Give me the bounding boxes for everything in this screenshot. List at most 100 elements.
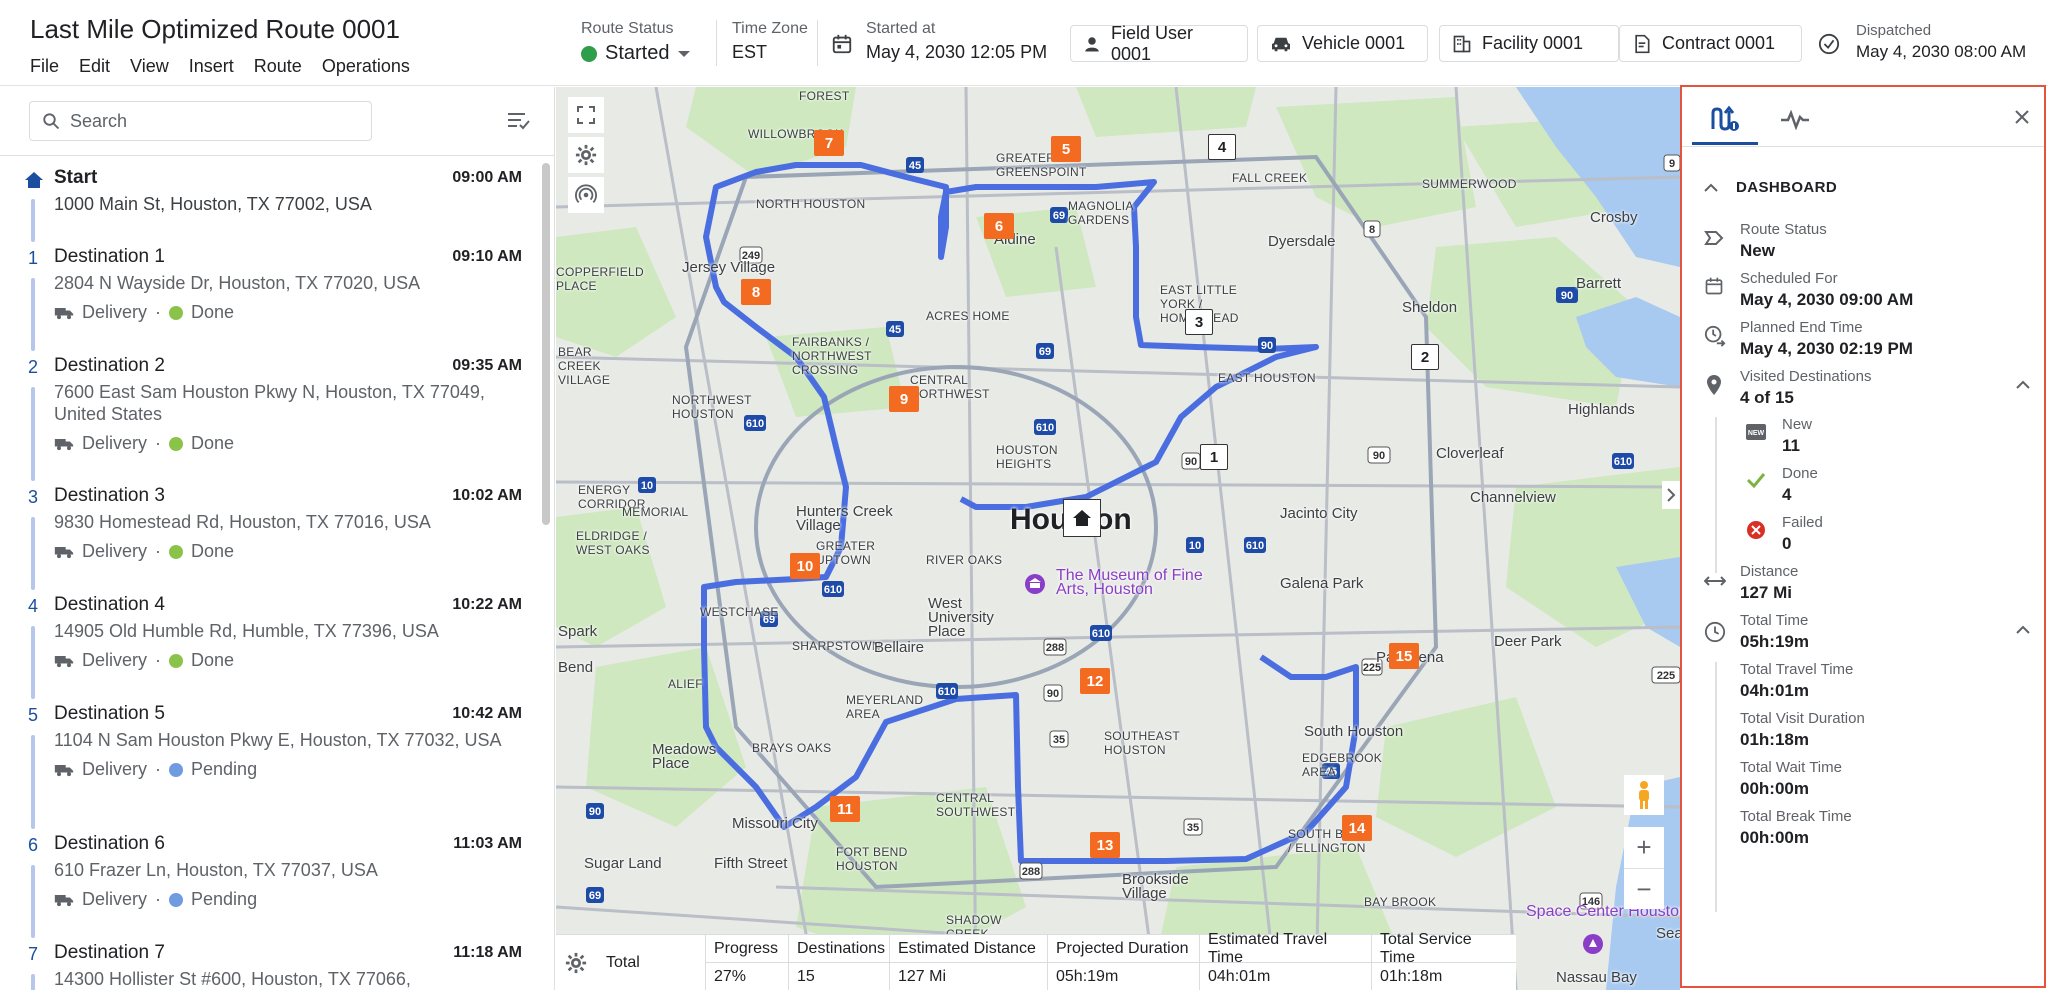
field-user-label: Field User 0001 [1111, 22, 1194, 64]
map-marker-11[interactable]: 11 [830, 796, 860, 822]
svg-text:45: 45 [909, 160, 921, 172]
status-dot [169, 762, 184, 777]
delivery-truck-icon [54, 438, 74, 450]
map-label: FALL CREEK [1232, 171, 1308, 185]
stop-item-1[interactable]: 1 Destination 1 09:10 AM 2804 N Wayside … [0, 246, 540, 355]
street-view-button[interactable] [1624, 775, 1664, 815]
map-marker-9[interactable]: 9 [889, 386, 919, 412]
map-label: BRAYS OAKS [752, 741, 832, 755]
map-label: Fifth Street [714, 855, 788, 872]
map-marker-10[interactable]: 10 [790, 553, 820, 579]
menu-edit[interactable]: Edit [79, 56, 110, 77]
distance-item: Distance 127 Mi [1740, 563, 1799, 602]
summary-estimated-travel: Estimated Travel Time 04h:01m [1200, 931, 1372, 990]
map-marker-3[interactable]: 3 [1185, 309, 1213, 335]
map-marker-2[interactable]: 2 [1411, 344, 1439, 370]
total-travel-time-item: Total Travel Time 04h:01m [1740, 661, 1854, 700]
map-label: MAGNOLIA GARDENS [1068, 199, 1134, 227]
tab-activity[interactable] [1762, 95, 1828, 145]
timezone-field: Time Zone EST [732, 20, 808, 63]
menu-insert[interactable]: Insert [189, 56, 234, 77]
failed-icon [1747, 521, 1765, 539]
menu-view[interactable]: View [130, 56, 169, 77]
start-marker[interactable] [1063, 499, 1101, 537]
vehicle-chip[interactable]: Vehicle 0001 [1257, 25, 1428, 62]
tab-route-dashboard[interactable] [1692, 95, 1758, 145]
chevron-up-icon[interactable] [2016, 380, 2030, 390]
status-dot [169, 653, 184, 668]
car-icon [1272, 37, 1290, 51]
stop-item-4[interactable]: 4 Destination 4 10:22 AM 14905 Old Humbl… [0, 594, 540, 703]
facility-chip[interactable]: Facility 0001 [1439, 25, 1619, 62]
filter-sort-icon[interactable] [507, 111, 531, 131]
dashboard-header[interactable]: DASHBOARD [1704, 179, 1837, 196]
map-marker-1[interactable]: 1 [1200, 444, 1228, 470]
timezone-value: EST [732, 42, 768, 62]
map-label: FAIRBANKS / NORTHWEST CROSSING [792, 335, 872, 377]
fullscreen-button[interactable] [568, 97, 604, 133]
summary-total-service: Total Service Time 01h:18m [1372, 931, 1516, 990]
zoom-out-button[interactable]: − [1624, 868, 1664, 909]
map-label: Jersey Village [682, 259, 776, 276]
pegman-icon [1639, 781, 1649, 809]
stop-item-6[interactable]: 6 Destination 6 11:03 AM 610 Frazer Ln, … [0, 833, 540, 942]
map-label: Barrett [1576, 275, 1622, 292]
contract-chip[interactable]: Contract 0001 [1619, 25, 1802, 62]
route-info-icon [1711, 105, 1739, 131]
summary-settings-button[interactable] [556, 935, 596, 990]
map-marker-13[interactable]: 13 [1090, 832, 1120, 858]
stop-time: 10:42 AM [452, 705, 522, 722]
search-input[interactable] [70, 110, 350, 132]
stop-status: Done [191, 650, 235, 670]
calendar-icon [832, 34, 852, 54]
map-settings-button[interactable] [568, 137, 604, 173]
stop-number: 5 [28, 705, 39, 725]
visited-destinations-item[interactable]: Visited Destinations 4 of 15 [1740, 368, 1871, 408]
menu-route[interactable]: Route [254, 56, 302, 77]
map-marker-15[interactable]: 15 [1389, 643, 1419, 669]
panel-tabs [1682, 87, 2044, 147]
destinations-panel: Start 09:00 AM 1000 Main St, Houston, TX… [0, 87, 555, 990]
stop-item-start[interactable]: Start 09:00 AM 1000 Main St, Houston, TX… [0, 167, 540, 246]
map-marker-6[interactable]: 6 [984, 213, 1014, 239]
stop-name: Destination 4 [54, 594, 165, 615]
chevron-right-icon [1667, 488, 1676, 502]
calendar-icon [1705, 277, 1723, 295]
stop-item-3[interactable]: 3 Destination 3 10:02 AM 9830 Homestead … [0, 485, 540, 594]
map-label: BAY BROOK [1364, 895, 1437, 909]
map-label: CENTRAL SOUTHWEST [936, 791, 1016, 819]
stop-status: Done [191, 541, 235, 561]
poi-label[interactable]: The Museum of Fine Arts, Houston [1056, 568, 1216, 598]
total-time-item[interactable]: Total Time 05h:19m [1740, 612, 1809, 652]
stop-address: 1104 N Sam Houston Pkwy E, Houston, TX 7… [54, 730, 502, 750]
map-marker-8[interactable]: 8 [741, 279, 771, 305]
route-map[interactable]: 249 45 45 69 69 610 610 90 90 10 10 610 … [556, 87, 1680, 990]
map-label: Missouri City [732, 815, 818, 832]
close-icon[interactable] [2014, 109, 2030, 125]
menu-operations[interactable]: Operations [322, 56, 410, 77]
stop-item-7[interactable]: 7 Destination 7 11:18 AM 14300 Hollister… [0, 942, 540, 990]
zoom-in-button[interactable]: + [1624, 827, 1664, 868]
map-marker-5[interactable]: 5 [1051, 136, 1081, 162]
map-marker-7[interactable]: 7 [814, 130, 844, 156]
stop-item-5[interactable]: 5 Destination 5 10:42 AM 1104 N Sam Hous… [0, 703, 540, 833]
map-marker-4[interactable]: 4 [1208, 134, 1236, 160]
map-marker-14[interactable]: 14 [1342, 815, 1372, 841]
live-tracking-button[interactable] [568, 177, 604, 213]
menu-file[interactable]: File [30, 56, 59, 77]
contract-label: Contract 0001 [1662, 33, 1776, 53]
map-label: South Houston [1304, 723, 1404, 740]
map-label: SHARPSTOWN [792, 639, 881, 653]
map-marker-12[interactable]: 12 [1080, 668, 1110, 694]
field-user-chip[interactable]: Field User 0001 [1070, 22, 1248, 64]
chevron-up-icon[interactable] [2016, 625, 2030, 635]
map-label: Galena Park [1280, 575, 1364, 592]
distance-arrows-icon [1704, 576, 1726, 586]
list-scroll-thumb[interactable] [542, 163, 550, 525]
svg-text:90: 90 [589, 806, 601, 818]
map-label: Bellaire [874, 639, 925, 656]
search-box[interactable] [29, 101, 372, 141]
stop-item-2[interactable]: 2 Destination 2 09:35 AM 7600 East Sam H… [0, 355, 540, 485]
expand-panel-button[interactable] [1662, 481, 1680, 509]
route-status-dropdown[interactable]: Route Status Started [581, 20, 691, 65]
